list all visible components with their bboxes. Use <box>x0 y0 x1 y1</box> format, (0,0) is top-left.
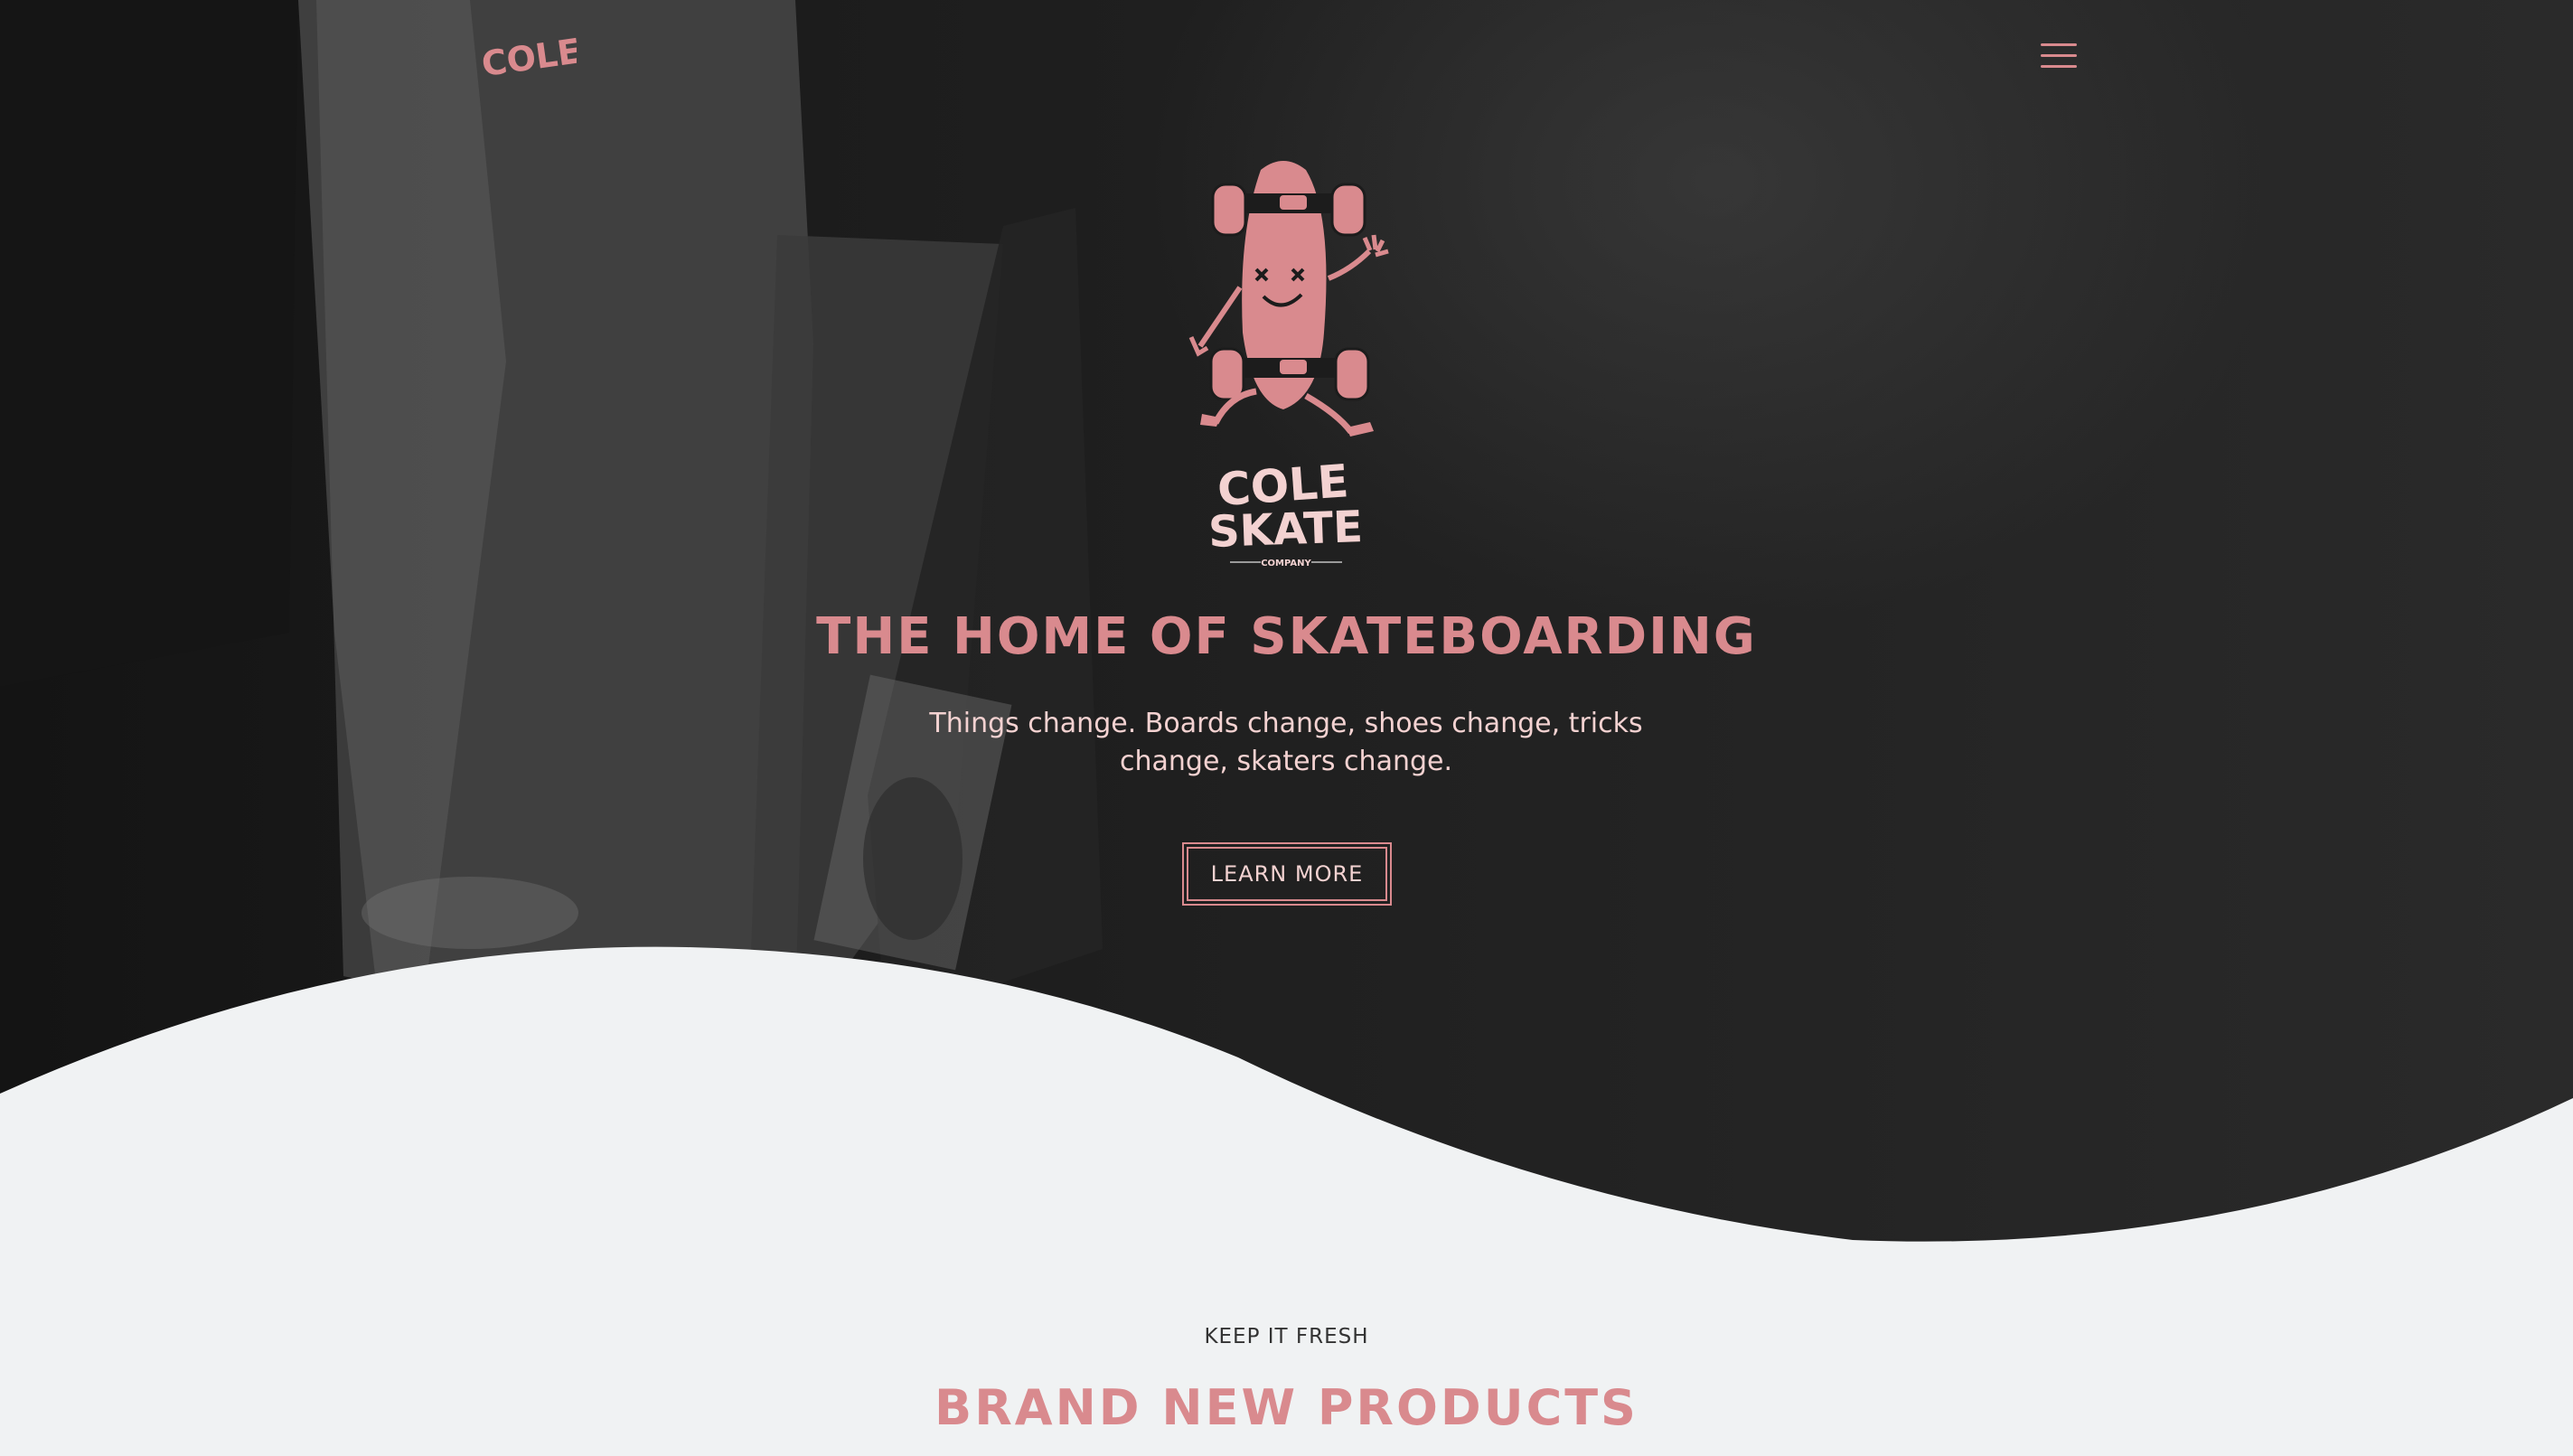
section-title: BRAND NEW PRODUCTS <box>934 1379 1639 1436</box>
section-eyebrow: KEEP IT FRESH <box>1204 1325 1369 1348</box>
page: COLE COLE SKATE COMPANY THE HOME OF SKAT… <box>0 0 2573 1456</box>
wave-divider <box>0 946 2573 1456</box>
